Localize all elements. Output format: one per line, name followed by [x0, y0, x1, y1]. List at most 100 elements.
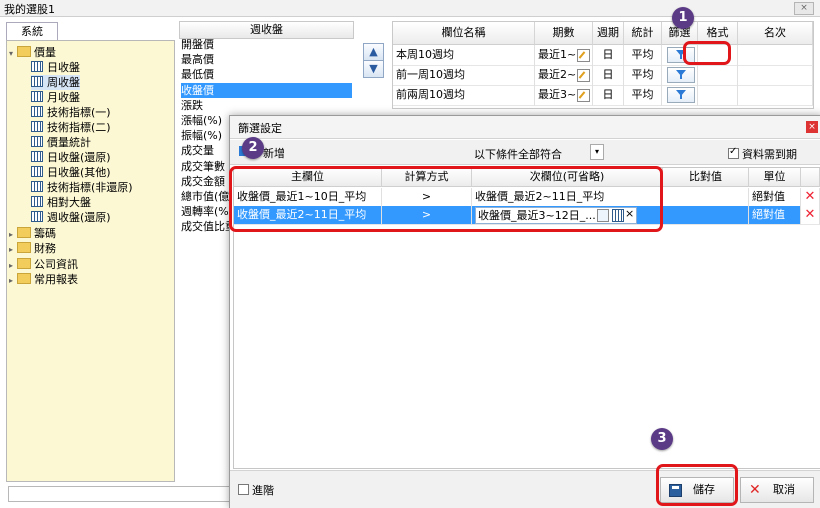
tree-item[interactable]: 技術指標(一)	[31, 105, 111, 120]
tree-item[interactable]: ▾ 價量	[9, 45, 56, 60]
field-list-item[interactable]: 收盤價	[181, 82, 352, 98]
add-button-label: 新增	[263, 147, 285, 160]
tree-item[interactable]: 日收盤	[31, 60, 80, 75]
grid-cell[interactable]	[738, 45, 813, 66]
dialog-close-button[interactable]: ×	[806, 121, 818, 133]
tree-item[interactable]: 技術指標(非還原)	[31, 180, 133, 195]
tree-item-label: 技術指標(一)	[47, 106, 111, 119]
tree-item[interactable]: 周收盤	[31, 75, 80, 90]
tree-item-label: 相對大盤	[47, 196, 91, 209]
chevron-down-icon[interactable]: ▾	[9, 46, 17, 61]
checkbox-icon	[728, 146, 739, 159]
tree-item[interactable]: 價量統計	[31, 135, 91, 150]
field-list-item[interactable]: 最高價	[181, 52, 352, 67]
advanced-checkbox[interactable]: 進階	[238, 482, 274, 498]
edit-icon[interactable]	[577, 69, 590, 82]
grid-cell-text	[663, 208, 666, 221]
bottom-input[interactable]	[8, 486, 230, 502]
grid-cell[interactable]: 絕對值	[749, 188, 801, 207]
move-down-button[interactable]: ▼	[363, 60, 384, 78]
require-data-label: 資料需到期	[742, 148, 797, 161]
grid-cell[interactable]: 平均	[624, 45, 662, 66]
move-up-button[interactable]: ▲	[363, 43, 384, 61]
grid-cell[interactable]: 本周10週均	[393, 45, 535, 66]
arrow-down-icon: ▼	[369, 62, 378, 75]
table-icon	[31, 136, 43, 147]
chevron-right-icon[interactable]: ▸	[9, 258, 17, 273]
tree-item[interactable]: ▸ 財務	[9, 241, 56, 256]
tab-system[interactable]: 系統	[6, 22, 58, 41]
tree-item-label: 技術指標(二)	[47, 121, 111, 134]
grid-cell[interactable]: 日	[593, 65, 624, 86]
tree-item[interactable]: ▸ 公司資訊	[9, 257, 78, 272]
grid-cell-text: 平均	[631, 68, 654, 81]
tree-item[interactable]: 相對大盤	[31, 195, 91, 210]
grid-cell-text	[663, 190, 666, 203]
folder-icon	[17, 242, 31, 253]
grid-cell[interactable]	[738, 65, 813, 86]
callout-badge-2: 2	[242, 137, 264, 159]
folder-icon	[17, 46, 31, 57]
require-data-checkbox[interactable]: 資料需到期	[728, 146, 797, 162]
field-list-item[interactable]: 漲跌	[181, 98, 352, 113]
table-icon	[31, 151, 43, 162]
folder-icon	[17, 258, 31, 269]
tree-item[interactable]: ▸ 常用報表	[9, 272, 78, 287]
grid-cell[interactable]: 最近1~10	[535, 45, 593, 66]
filter-button[interactable]	[667, 67, 695, 83]
column-header[interactable]: 單位	[749, 168, 801, 187]
chevron-right-icon[interactable]: ▸	[9, 273, 17, 288]
field-list-item[interactable]: 開盤價	[181, 37, 352, 52]
grid-cell[interactable]: 最近2~11	[535, 65, 593, 86]
grid-cell[interactable]	[662, 85, 698, 106]
chevron-right-icon[interactable]: ▸	[9, 242, 17, 257]
chevron-right-icon[interactable]: ▸	[9, 227, 17, 242]
condition-label: 以下條件全部符合	[474, 148, 562, 161]
table-icon	[31, 106, 43, 117]
tree-item[interactable]: 日收盤(還原)	[31, 150, 111, 165]
column-header[interactable]: 週期	[593, 22, 624, 45]
edit-icon[interactable]	[577, 49, 590, 62]
column-header[interactable]: 比對值	[663, 168, 749, 187]
grid-cell[interactable]	[662, 65, 698, 86]
edit-icon[interactable]	[577, 89, 590, 102]
grid-cell[interactable]: 日	[593, 45, 624, 66]
grid-cell[interactable]: 前兩周10週均	[393, 85, 535, 106]
tree-item[interactable]: ▸ 籌碼	[9, 226, 56, 241]
tree-item-label: 公司資訊	[34, 258, 78, 271]
column-header[interactable]: 期數	[535, 22, 593, 45]
grid-cell-text: 前兩周10週均	[396, 88, 465, 101]
grid-cell[interactable]: 平均	[624, 65, 662, 86]
column-header[interactable]: 統計	[624, 22, 662, 45]
grid-cell[interactable]: 絕對值	[749, 206, 801, 225]
grid-cell[interactable]	[663, 188, 749, 207]
column-header-delete	[801, 168, 820, 187]
table-icon	[31, 121, 43, 132]
tree-item[interactable]: 週收盤(還原)	[31, 210, 111, 225]
highlight-filter-rows	[229, 166, 663, 232]
tree-item[interactable]: 月收盤	[31, 90, 80, 105]
cancel-button[interactable]: ✕ 取消	[740, 477, 814, 503]
condition-dropdown[interactable]: ▾	[590, 144, 604, 160]
column-header[interactable]: 名次	[738, 22, 813, 45]
grid-cell[interactable]: 前一周10週均	[393, 65, 535, 86]
grid-cell[interactable]	[663, 206, 749, 225]
tree-item[interactable]: 日收盤(其他)	[31, 165, 111, 180]
filter-button[interactable]	[667, 87, 695, 103]
tree-item-label: 財務	[34, 242, 56, 255]
field-list-item[interactable]: 最低價	[181, 67, 352, 82]
grid-cell[interactable]	[698, 85, 738, 106]
grid-cell[interactable]: 日	[593, 85, 624, 106]
window-close-button[interactable]: ×	[794, 2, 814, 15]
grid-cell[interactable]: 最近3~12	[535, 85, 593, 106]
grid-cell[interactable]	[738, 85, 813, 106]
grid-cell[interactable]: 平均	[624, 85, 662, 106]
tree-item[interactable]: 技術指標(二)	[31, 120, 111, 135]
dialog-title: 篩選設定	[238, 122, 282, 135]
selected-fields-grid: 欄位名稱 期數 週期 統計 篩選 格式 名次 本周10週均 最近1~10 日平均 前一周10週均 最近…	[392, 21, 814, 109]
grid-cell-text: 平均	[631, 88, 654, 101]
delete-row-icon[interactable]: ✕	[803, 190, 817, 204]
delete-row-icon[interactable]: ✕	[803, 208, 817, 222]
column-header[interactable]: 欄位名稱	[393, 22, 535, 45]
grid-cell[interactable]	[698, 65, 738, 86]
